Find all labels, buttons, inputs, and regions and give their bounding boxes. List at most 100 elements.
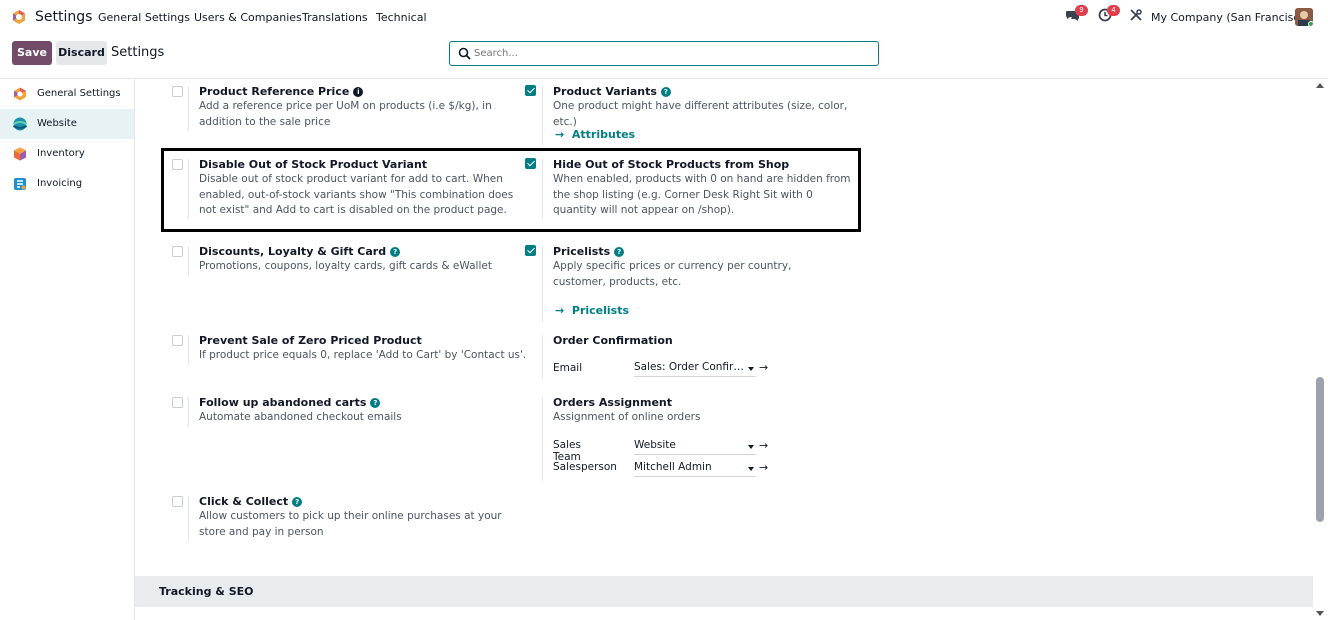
divider [188, 496, 189, 542]
setting-description: If product price equals 0, replace 'Add … [199, 349, 527, 361]
odoo-logo-icon[interactable] [11, 9, 27, 25]
setting-title: Product Variants? [553, 85, 671, 98]
setting-description: Apply specific prices or currency per co… [553, 260, 792, 288]
sidebar-item-inventory[interactable]: Inventory [0, 139, 134, 169]
online-status-dot [1308, 21, 1313, 26]
sidebar-item-invoicing[interactable]: Invoicing [0, 169, 134, 199]
click-collect-checkbox[interactable] [172, 496, 183, 507]
control-panel: Save Discard Settings [0, 34, 1328, 79]
section-header-tracking-seo: Tracking & SEO [135, 576, 1313, 607]
divider [542, 86, 543, 146]
content-scrollbar[interactable] [1313, 79, 1328, 620]
chevron-down-icon [748, 445, 754, 449]
hide-oos-products-checkbox[interactable] [525, 158, 536, 169]
activities-button[interactable]: 4 [1098, 5, 1120, 25]
setting-title: Product Reference Price i [199, 85, 364, 98]
setting-description: Allow customers to pick up their online … [199, 510, 502, 538]
setting-title: Orders Assignment [553, 396, 673, 409]
prevent-zero-price-checkbox[interactable] [172, 335, 183, 346]
debug-tools-button[interactable] [1129, 8, 1143, 25]
messages-button[interactable]: 9 [1066, 5, 1088, 25]
website-icon [13, 117, 27, 131]
divider [188, 86, 189, 131]
divider [188, 335, 189, 365]
email-template-select[interactable]: Sales: Order Confir… [634, 361, 756, 377]
setting-description: Promotions, coupons, loyalty cards, gift… [199, 260, 492, 272]
breadcrumb: Settings [111, 45, 165, 60]
product-reference-price-checkbox[interactable] [172, 86, 183, 97]
sidebar-item-label: Website [37, 118, 77, 129]
scroll-down-icon[interactable] [1316, 611, 1324, 616]
divider [188, 159, 189, 219]
settings-sidebar: General Settings Website Inventory Invoi… [0, 79, 135, 620]
sidebar-item-label: Inventory [37, 148, 85, 159]
help-icon[interactable]: ? [292, 497, 303, 507]
salesperson-label: Salesperson [553, 461, 617, 473]
email-label: Email [553, 362, 583, 374]
external-link-arrow-icon[interactable]: → [759, 439, 768, 452]
divider [188, 246, 189, 276]
scroll-thumb[interactable] [1316, 377, 1324, 522]
app-title[interactable]: Settings [35, 9, 92, 25]
setting-title: Pricelists? [553, 245, 625, 258]
menu-translations[interactable]: Translations [302, 11, 368, 24]
abandoned-carts-checkbox[interactable] [172, 397, 183, 408]
setting-title: Follow up abandoned carts? [199, 396, 381, 409]
external-link-arrow-icon[interactable]: → [759, 461, 768, 474]
chevron-down-icon [748, 367, 754, 371]
section-title: Tracking & SEO [159, 585, 254, 598]
menu-technical[interactable]: Technical [376, 11, 427, 24]
setting-title: Disable Out of Stock Product Variant [199, 158, 428, 171]
setting-title: Click & Collect? [199, 495, 303, 508]
setting-description: When enabled, products with 0 on hand ar… [553, 173, 851, 216]
attributes-link[interactable]: → Attributes [555, 128, 635, 141]
sales-team-select[interactable]: Website [634, 439, 756, 455]
help-icon[interactable]: ? [390, 247, 401, 257]
setting-description: Assignment of online orders [553, 411, 701, 423]
info-icon[interactable]: i [353, 87, 364, 97]
menu-general-settings[interactable]: General Settings [98, 11, 190, 24]
pricelists-checkbox[interactable] [525, 245, 536, 256]
sales-team-label: Sales Team [553, 439, 581, 463]
salesperson-select[interactable]: Mitchell Admin [634, 461, 756, 477]
help-icon[interactable]: ? [614, 247, 625, 257]
messages-badge: 9 [1075, 5, 1088, 16]
menu-users-companies[interactable]: Users & Companies [194, 11, 302, 24]
disable-oos-variant-checkbox[interactable] [172, 159, 183, 170]
discard-button[interactable]: Discard [56, 41, 107, 65]
setting-description: Automate abandoned checkout emails [199, 411, 402, 423]
setting-title: Discounts, Loyalty & Gift Card? [199, 245, 401, 258]
setting-title: Hide Out of Stock Products from Shop [553, 158, 790, 171]
divider [542, 397, 543, 481]
help-icon[interactable]: ? [660, 87, 671, 97]
company-switcher[interactable]: My Company (San Francisco) [1151, 11, 1310, 24]
inventory-icon [14, 147, 26, 161]
pricelists-link[interactable]: → Pricelists [555, 304, 629, 317]
chevron-down-icon [748, 467, 754, 471]
help-icon[interactable]: ? [370, 398, 381, 408]
setting-title: Prevent Sale of Zero Priced Product [199, 334, 422, 347]
odoo-logo-icon [14, 87, 26, 101]
divider [542, 159, 543, 219]
save-button[interactable]: Save [12, 41, 52, 65]
activities-badge: 4 [1107, 5, 1120, 16]
search-icon [458, 47, 471, 60]
tools-icon [1130, 9, 1142, 21]
user-avatar[interactable] [1295, 8, 1313, 26]
divider [542, 246, 543, 322]
sidebar-item-website[interactable]: Website [0, 109, 134, 139]
scroll-up-icon[interactable] [1316, 83, 1324, 88]
search-input[interactable] [474, 45, 869, 62]
search-box[interactable] [449, 41, 879, 66]
divider [542, 335, 543, 379]
product-variants-checkbox[interactable] [525, 85, 536, 96]
top-navbar: Settings General Settings Users & Compan… [0, 0, 1328, 34]
setting-description: Add a reference price per UoM on product… [199, 100, 492, 128]
sidebar-item-general-settings[interactable]: General Settings [0, 79, 134, 109]
external-link-arrow-icon[interactable]: → [759, 361, 768, 374]
divider [188, 397, 189, 427]
setting-title: Order Confirmation [553, 334, 673, 347]
setting-description: One product might have different attribu… [553, 100, 848, 128]
setting-description: Disable out of stock product variant for… [199, 173, 514, 216]
discounts-checkbox[interactable] [172, 246, 183, 257]
